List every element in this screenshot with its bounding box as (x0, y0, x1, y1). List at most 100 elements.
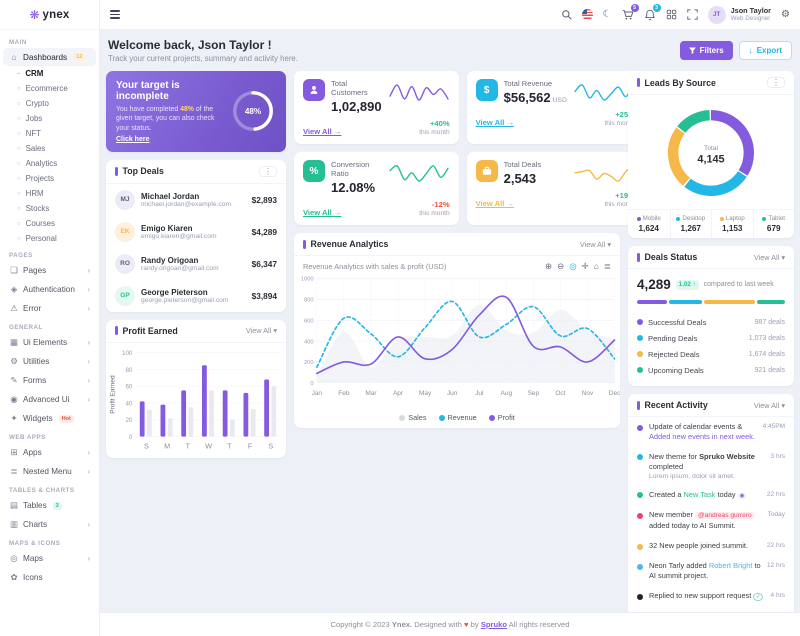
click-here-link[interactable]: Click here (116, 136, 149, 143)
main-wrap: ☾ 5 3 JT Json Taylor (100, 0, 800, 636)
settings-gear-icon[interactable]: ⚙ (781, 9, 790, 20)
deal-list-item[interactable]: GPGeorge Pietersongeorge.pieterson@gmail… (106, 280, 286, 312)
pan-icon[interactable]: ✛ (582, 261, 589, 272)
view-all-dropdown[interactable]: View All ▾ (754, 253, 785, 262)
sidebar-item-apps[interactable]: ⊞Apps› (3, 443, 96, 462)
stat-card-total-customers: Total Customers1,02,890View All →+40%thi… (294, 71, 459, 144)
ui-elements-icon: ▦ (9, 337, 19, 348)
svg-text:48%: 48% (245, 107, 262, 116)
deal-list-item[interactable]: MJMichael Jordanmichael.jordan@example.c… (106, 184, 286, 216)
sidebar-item-projects[interactable]: ○Projects (0, 171, 99, 186)
leads-legend-item: Desktop1,267 (670, 210, 712, 238)
brand-logo[interactable]: ❋ ynex (0, 0, 99, 30)
zoom-in-icon[interactable]: ⊕ (545, 261, 552, 272)
user-avatar: JT (708, 6, 726, 24)
sidebar-badge: 12 (73, 53, 85, 61)
chevron-right-icon: › (87, 266, 90, 275)
deals-total: 4,289 (637, 277, 671, 292)
card-title: Recent Activity (637, 400, 708, 410)
sidebar-item-dashboards[interactable]: ⌂Dashboards12 (3, 48, 96, 66)
chart-legend: SalesRevenueProfit (294, 413, 620, 428)
topbar: ☾ 5 3 JT Json Taylor (100, 0, 800, 30)
view-all-link[interactable]: View All → (476, 199, 514, 208)
sidebar-item-ecommerce[interactable]: ○Ecommerce (0, 81, 99, 96)
reset-zoom-icon[interactable]: ⌂ (594, 261, 599, 272)
user-menu[interactable]: JT Json Taylor Web Designer (708, 6, 771, 24)
deals-delta-badge: 1.02 ↑ (676, 280, 699, 290)
export-button[interactable]: ↓ Export (739, 41, 792, 60)
user-role: Web Designer (731, 15, 771, 22)
sidebar-item-utilities[interactable]: ⚙Utilities› (3, 352, 96, 371)
avatar: EK (115, 222, 135, 242)
apps-grid-icon[interactable] (666, 9, 677, 20)
view-all-dropdown[interactable]: View All ▾ (246, 326, 277, 335)
sidebar-item-nested-menu[interactable]: ≣Nested Menu› (3, 462, 96, 481)
sidebar-item-crm[interactable]: –CRM (0, 66, 99, 81)
svg-text:Nov: Nov (582, 390, 594, 397)
icons-icon: ✿ (9, 572, 19, 583)
sidebar-item-sales[interactable]: ○Sales (0, 141, 99, 156)
sidebar-item-maps[interactable]: ◎Maps› (3, 549, 96, 568)
activity-item: Update of calendar events & Added new ev… (628, 417, 794, 447)
svg-text:100: 100 (122, 350, 133, 357)
view-all-link[interactable]: View All → (303, 208, 341, 217)
sidebar-badge: Hot (59, 415, 74, 423)
legend-item: Revenue (439, 413, 477, 422)
cart-icon[interactable]: 5 (622, 9, 634, 21)
app-root: ❋ ynex MAIN⌂Dashboards12–CRM○Ecommerce○C… (0, 0, 800, 636)
more-icon[interactable]: ⋮ (767, 77, 785, 88)
svg-text:F: F (248, 442, 253, 451)
sparkline-chart (573, 162, 635, 184)
apps-icon: ⊞ (9, 447, 19, 458)
view-all-dropdown[interactable]: View All ▾ (580, 240, 611, 249)
language-flag-icon[interactable] (582, 9, 593, 20)
view-all-link[interactable]: View All → (303, 127, 341, 136)
sidebar-item-personal[interactable]: ○Personal (0, 231, 99, 246)
svg-text:600: 600 (304, 318, 314, 324)
sidebar-item-analytics[interactable]: ○Analytics (0, 156, 99, 171)
selection-zoom-icon[interactable]: ◎ (569, 261, 576, 272)
advanced-ui-icon: ◉ (9, 394, 19, 405)
chart-menu-icon[interactable]: ≣ (604, 261, 611, 272)
notifications-icon[interactable]: 3 (644, 9, 656, 21)
sidebar-item-error[interactable]: ⚠Error› (3, 299, 96, 318)
sidebar-item-hrm[interactable]: ○HRM (0, 186, 99, 201)
leads-legend: Mobile1,624Desktop1,267Laptop1,153Tablet… (628, 209, 794, 238)
sidebar-item-charts[interactable]: ▥Charts› (3, 515, 96, 534)
view-all-link[interactable]: View All → (476, 118, 514, 127)
chevron-down-icon: ▾ (781, 401, 785, 410)
sidebar-item-stocks[interactable]: ○Stocks (0, 201, 99, 216)
sidebar-item-widgets[interactable]: ✦WidgetsHot (3, 409, 96, 428)
search-icon[interactable] (561, 9, 572, 20)
zoom-out-icon[interactable]: ⊖ (557, 261, 564, 272)
svg-text:200: 200 (304, 360, 314, 366)
download-icon: ↓ (749, 46, 753, 55)
sidebar-item-courses[interactable]: ○Courses (0, 216, 99, 231)
deals-status-card: Deals Status View All ▾ 4,289 1.02 ↑ com… (628, 246, 794, 386)
sidebar-item-nft[interactable]: ○NFT (0, 126, 99, 141)
dark-mode-icon[interactable]: ☾ (603, 9, 612, 20)
stat-grid: Total Customers1,02,890View All →+40%thi… (294, 71, 620, 225)
stat-card-total-deals: Total Deals2,543View All →+19%this month (467, 152, 644, 225)
sidebar-item-forms[interactable]: ✎Forms› (3, 371, 96, 390)
sidebar-item-advanced-ui[interactable]: ◉Advanced Ui› (3, 390, 96, 409)
deal-list-item[interactable]: RORandy Origoanrandy.origoan@gmail.com$6… (106, 248, 286, 280)
svg-text:Mar: Mar (365, 390, 377, 397)
chevron-right-icon: › (87, 448, 90, 457)
column-center: Total Customers1,02,890View All →+40%thi… (294, 71, 620, 428)
sidebar-item-jobs[interactable]: ○Jobs (0, 111, 99, 126)
fullscreen-icon[interactable] (687, 9, 698, 20)
sidebar-item-pages[interactable]: ❏Pages› (3, 261, 96, 280)
deal-list-item[interactable]: EKEmigo Kiarenemigo.kiaren@gmail.com$4,2… (106, 216, 286, 248)
sidebar-item-authentication[interactable]: ◈Authentication› (3, 280, 96, 299)
sidebar-item-tables[interactable]: ▤Tables3 (3, 496, 96, 515)
sidebar-item-icons[interactable]: ✿Icons (3, 568, 96, 587)
view-all-dropdown[interactable]: View All ▾ (754, 401, 785, 410)
more-icon[interactable]: ⋮ (259, 166, 277, 177)
target-progress-ring: 48% (230, 88, 276, 134)
chevron-down-icon: ▾ (273, 326, 277, 335)
filters-button[interactable]: Filters (680, 41, 733, 60)
menu-toggle-icon[interactable] (110, 10, 120, 18)
sidebar-item-crypto[interactable]: ○Crypto (0, 96, 99, 111)
sidebar-item-ui-elements[interactable]: ▦Ui Elements› (3, 333, 96, 352)
